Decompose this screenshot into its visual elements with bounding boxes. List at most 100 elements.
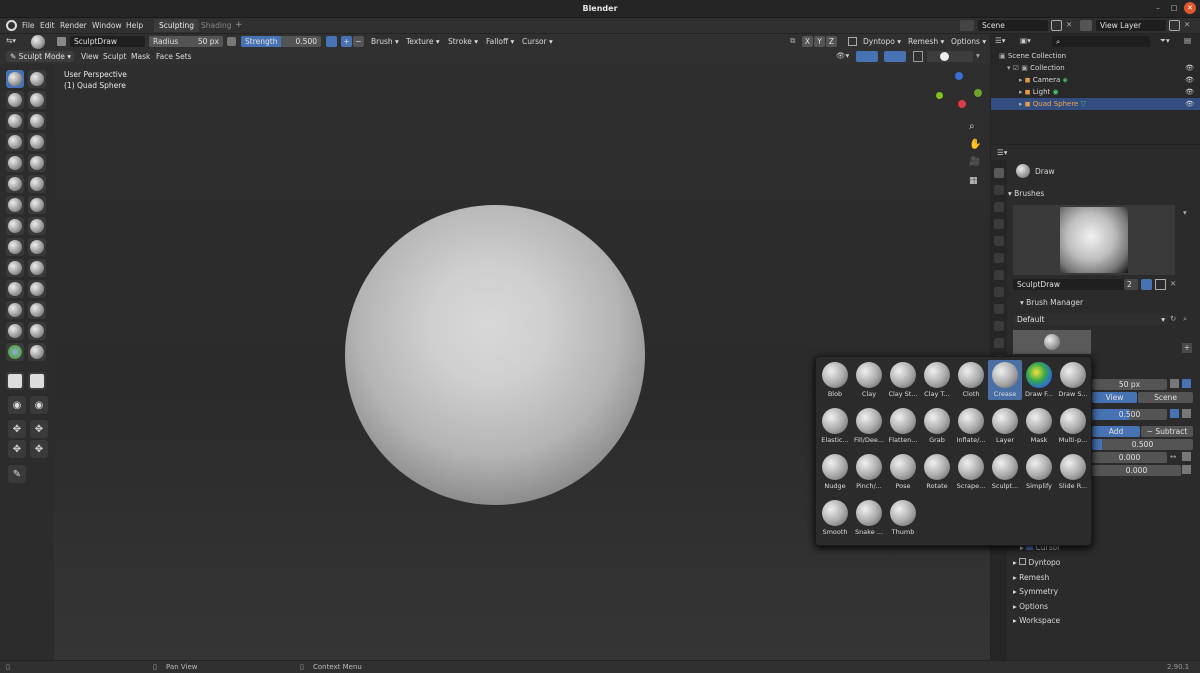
strength-slider[interactable]: Strength 0.500 xyxy=(241,36,321,47)
direction-add-button[interactable]: Add xyxy=(1092,426,1140,437)
rotate-tool-icon[interactable]: ✥ xyxy=(30,420,48,438)
overlay-toggle-icon[interactable] xyxy=(884,51,906,62)
brush-name-field[interactable]: SculptDraw xyxy=(70,36,145,47)
duplicate-brush-icon[interactable] xyxy=(1155,279,1166,290)
tab-constraints-icon[interactable] xyxy=(994,338,1004,348)
preset-dropdown[interactable]: Default ▾ xyxy=(1013,314,1168,325)
workspace-panel-header[interactable]: ▸ Workspace xyxy=(1013,616,1200,625)
tab-render-icon[interactable] xyxy=(994,185,1004,195)
transform-tool-icon[interactable]: ✥ xyxy=(30,440,48,458)
tool-draw-sharp-icon[interactable] xyxy=(28,70,46,88)
menu-mask[interactable]: Mask xyxy=(128,51,153,62)
direction-subtract-icon[interactable]: − xyxy=(353,36,364,47)
brush-item-draw-f[interactable]: Draw F... xyxy=(1022,360,1056,400)
new-scene-icon[interactable] xyxy=(1051,20,1062,31)
brush-item-cloth[interactable]: Cloth xyxy=(954,360,988,400)
outliner-row-quad-sphere[interactable]: ▸ ◼ Quad Sphere ▽ 👁 xyxy=(991,98,1200,110)
tool-draw-icon[interactable] xyxy=(6,70,24,88)
menu-help[interactable]: Help xyxy=(126,21,143,30)
tool-nudge-icon[interactable] xyxy=(6,280,24,298)
tab-tool-icon[interactable] xyxy=(994,168,1004,178)
view-layer-field[interactable]: View Layer xyxy=(1096,20,1166,31)
symmetry-panel-header[interactable]: ▸ Symmetry xyxy=(1013,587,1200,596)
radius-unit-view-button[interactable]: View xyxy=(1092,392,1137,403)
hardness-pressure-icon[interactable] xyxy=(1182,465,1191,474)
solid-shading-icon[interactable] xyxy=(940,52,949,61)
scene-field[interactable]: Scene xyxy=(978,20,1048,31)
shading-mode-group[interactable] xyxy=(927,51,973,62)
unlink-brush-icon[interactable]: ✕ xyxy=(1170,279,1176,288)
tab-world-icon[interactable] xyxy=(994,253,1004,263)
tab-physics-icon[interactable] xyxy=(994,321,1004,331)
brush-menu[interactable]: Brush ▾ xyxy=(368,36,402,47)
brush-item-clay-t[interactable]: Clay T... xyxy=(920,360,954,400)
menu-file[interactable]: File xyxy=(22,21,35,30)
display-mode-icon[interactable]: ▣▾ xyxy=(1020,36,1031,45)
remesh-panel-header[interactable]: ▸ Remesh xyxy=(1013,573,1200,582)
tool-blob-icon[interactable] xyxy=(28,133,46,151)
fake-user-shield-icon[interactable] xyxy=(1141,279,1152,290)
mode-selector[interactable]: ✎ Sculpt Mode ▾ xyxy=(6,51,74,62)
stroke-menu[interactable]: Stroke ▾ xyxy=(445,36,481,47)
view-layer-icon[interactable] xyxy=(1080,20,1092,31)
maximize-button[interactable]: □ xyxy=(1168,2,1180,14)
shading-options-icon[interactable]: ▾ xyxy=(976,51,980,60)
tool-multiplane-scrape-icon[interactable] xyxy=(28,196,46,214)
add-brush-icon[interactable]: + xyxy=(1182,343,1192,353)
remesh-menu[interactable]: Remesh ▾ xyxy=(905,36,947,47)
gizmo-y-axis[interactable] xyxy=(974,89,982,97)
tool-snake-hook-icon[interactable] xyxy=(28,238,46,256)
tool-boundary-icon[interactable] xyxy=(28,301,46,319)
tool-clay-strips-icon[interactable] xyxy=(28,91,46,109)
dyntopo-checkbox[interactable] xyxy=(848,37,857,46)
outliner-row-camera[interactable]: ▸ ◼ Camera ◈ 👁 xyxy=(991,74,1200,86)
refresh-icon[interactable]: ↻ xyxy=(1170,314,1176,323)
brush-item-crease[interactable]: Crease xyxy=(988,360,1022,400)
menu-render[interactable]: Render xyxy=(60,21,87,30)
axis-y-toggle[interactable]: Y xyxy=(814,36,825,47)
tool-box-mask-icon[interactable] xyxy=(6,372,24,390)
brush-item-rotate[interactable]: Rotate xyxy=(920,452,954,492)
scale-tool-icon[interactable]: ✥ xyxy=(8,440,26,458)
brush-item-inflate[interactable]: Inflate/... xyxy=(954,406,988,446)
outliner-search-input[interactable]: ⌕ xyxy=(1052,36,1150,47)
outliner-row-light[interactable]: ▸ ◼ Light ◉ 👁 xyxy=(991,86,1200,98)
properties-editor-icon[interactable]: ☰▾ xyxy=(997,148,1008,157)
tool-rotate-icon[interactable] xyxy=(28,280,46,298)
brush-item-mask[interactable]: Mask xyxy=(1022,406,1056,446)
pan-hand-icon[interactable]: ✋ xyxy=(969,139,983,153)
tab-shading[interactable]: Shading xyxy=(196,19,236,32)
options-panel-header[interactable]: ▸ Options xyxy=(1013,602,1200,611)
search-icon[interactable]: ⌕ xyxy=(1183,314,1187,324)
brush-item-flatten[interactable]: Flatten... xyxy=(886,406,920,446)
brush-item-pinch[interactable]: Pinch/... xyxy=(852,452,886,492)
filter-icon[interactable]: ⏷▾ xyxy=(1160,36,1170,46)
tool-box-hide-icon[interactable] xyxy=(28,372,46,390)
delete-scene-icon[interactable]: ✕ xyxy=(1066,20,1072,29)
gizmo-x-axis[interactable] xyxy=(958,100,966,108)
brush-manager-header[interactable]: ▾ Brush Manager xyxy=(1020,298,1200,307)
axis-z-toggle[interactable]: Z xyxy=(826,36,837,47)
tool-draw-face-sets-icon[interactable] xyxy=(28,343,46,361)
radius-field[interactable]: 50 px xyxy=(1092,379,1167,390)
camera-view-icon[interactable]: 🎥 xyxy=(969,157,983,171)
brush-item-thumb[interactable]: Thumb xyxy=(886,498,920,538)
tab-object-icon[interactable] xyxy=(994,270,1004,280)
brush-item-elastic[interactable]: Elastic... xyxy=(818,406,852,446)
brushes-panel-header[interactable]: ▾ Brushes xyxy=(1008,189,1198,198)
tool-layer-icon[interactable] xyxy=(28,112,46,130)
menu-sculpt[interactable]: Sculpt xyxy=(100,51,129,62)
falloff-menu[interactable]: Falloff ▾ xyxy=(483,36,517,47)
tab-output-icon[interactable] xyxy=(994,202,1004,212)
gizmo-z-axis[interactable] xyxy=(955,72,963,80)
radius-pressure-icon[interactable] xyxy=(227,37,236,46)
strength-link-icon[interactable] xyxy=(1182,409,1191,418)
brush-item-layer[interactable]: Layer xyxy=(988,406,1022,446)
menu-face-sets[interactable]: Face Sets xyxy=(153,51,195,62)
cloth-filter-icon[interactable]: ◉ xyxy=(30,396,48,414)
menu-edit[interactable]: Edit xyxy=(40,21,55,30)
brush-browse-icon[interactable] xyxy=(57,37,66,46)
tab-particles-icon[interactable] xyxy=(994,304,1004,314)
brush-item-simplify[interactable]: Simplify xyxy=(1022,452,1056,492)
close-button[interactable]: ✕ xyxy=(1184,2,1196,14)
